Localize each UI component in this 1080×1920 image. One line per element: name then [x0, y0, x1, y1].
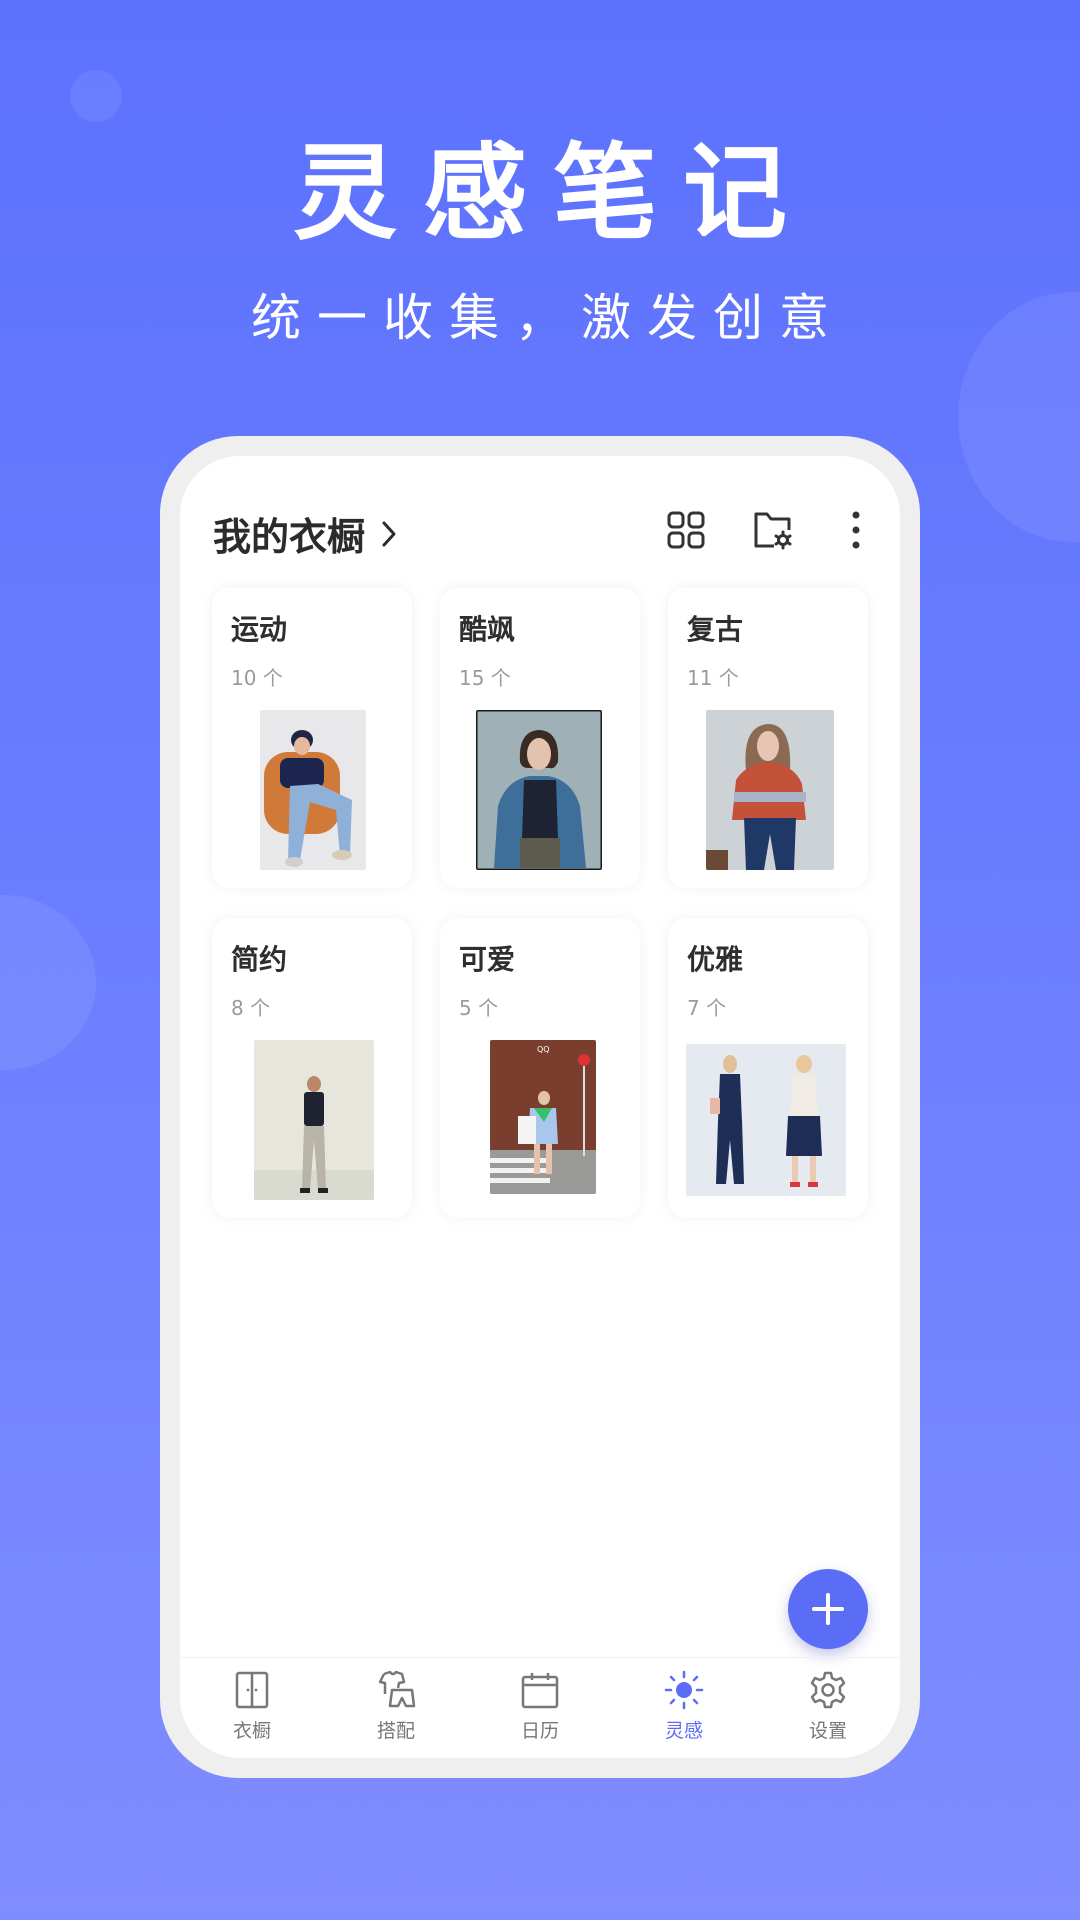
add-button[interactable] [788, 1569, 868, 1649]
hero-title: 灵感笔记 [292, 132, 813, 254]
tab-label: 搭配 [376, 1720, 415, 1742]
category-count: 10 个 [231, 666, 283, 690]
category-count: 7 个 [687, 996, 727, 1020]
category-thumbnail-image [260, 710, 366, 870]
more-vertical-icon[interactable] [836, 510, 876, 550]
category-name: 酷飒 [459, 613, 516, 646]
category-name: 运动 [231, 613, 288, 646]
decorative-circle [0, 895, 96, 1070]
tab-settings[interactable]: 设置 [756, 1658, 900, 1758]
top-bar: 我的衣橱 [180, 456, 900, 596]
category-card-retro[interactable]: 复古 11 个 [668, 588, 868, 888]
svg-text:QQ: QQ [537, 1045, 550, 1054]
category-card-elegant[interactable]: 优雅 7 个 [668, 918, 868, 1218]
category-card-minimal[interactable]: 简约 8 个 [212, 918, 412, 1218]
category-count: 5 个 [459, 996, 499, 1020]
folder-settings-icon[interactable] [752, 510, 792, 550]
outfit-icon [378, 1670, 416, 1708]
wardrobe-icon [235, 1671, 269, 1709]
category-count: 15 个 [459, 666, 511, 690]
category-thumbnail-image [686, 1044, 846, 1196]
plus-icon [812, 1593, 844, 1625]
sun-icon [664, 1670, 704, 1710]
category-name: 可爱 [459, 943, 516, 976]
category-name: 优雅 [687, 943, 744, 976]
category-count: 11 个 [687, 666, 739, 690]
category-thumbnail-image [254, 1040, 374, 1200]
calendar-icon [521, 1673, 559, 1709]
category-card-cool[interactable]: 酷飒 15 个 [440, 588, 640, 888]
gear-icon [810, 1671, 846, 1709]
grid-view-icon[interactable] [666, 510, 706, 550]
tab-inspiration[interactable]: 灵感 [612, 1658, 756, 1758]
tab-outfit[interactable]: 搭配 [324, 1658, 468, 1758]
tab-label: 设置 [808, 1720, 847, 1742]
category-thumbnail-image [706, 710, 834, 870]
category-name: 简约 [231, 943, 288, 976]
phone-frame: 我的衣橱 运动 10 个 酷飒 15 个 复古 11 个 简约 8 个 可爱 5… [160, 436, 920, 1778]
category-thumbnail-image: QQ [490, 1040, 596, 1194]
category-card-sport[interactable]: 运动 10 个 [212, 588, 412, 888]
chevron-right-icon [382, 521, 396, 546]
category-thumbnail-image [476, 710, 602, 870]
category-name: 复古 [687, 613, 744, 646]
app-screen: 我的衣橱 运动 10 个 酷飒 15 个 复古 11 个 简约 8 个 可爱 5… [180, 456, 900, 1758]
tab-wardrobe[interactable]: 衣橱 [180, 1658, 324, 1758]
tab-label: 日历 [520, 1720, 559, 1742]
tab-calendar[interactable]: 日历 [468, 1658, 612, 1758]
wardrobe-title-link[interactable]: 我的衣橱 [213, 506, 399, 561]
bottom-tab-bar: 衣橱 搭配 日历 灵感 设置 [180, 1657, 900, 1758]
wardrobe-title: 我的衣橱 [213, 515, 366, 559]
category-count: 8 个 [231, 996, 271, 1020]
tab-label: 灵感 [664, 1720, 703, 1742]
tab-label: 衣橱 [232, 1720, 271, 1742]
hero-subtitle: 统一收集，激发创意 [251, 289, 845, 347]
category-card-cute[interactable]: 可爱 5 个 QQ [440, 918, 640, 1218]
